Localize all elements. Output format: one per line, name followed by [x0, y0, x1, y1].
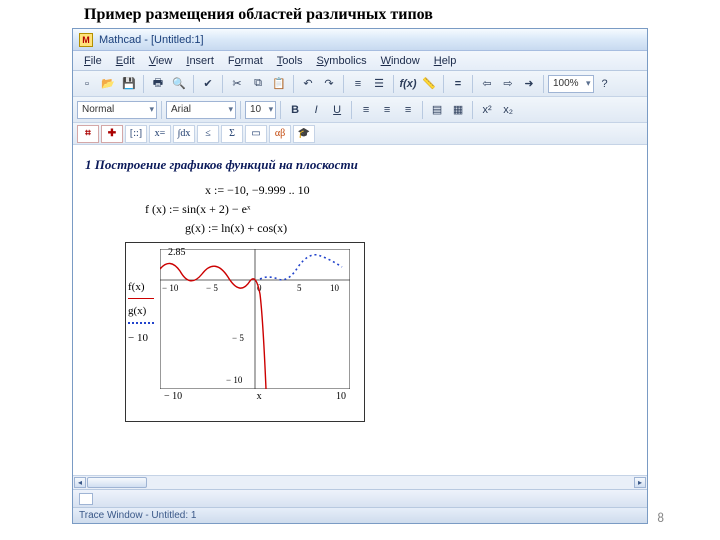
bullets-icon[interactable]: ▤ [427, 100, 447, 120]
svg-text:− 5: − 5 [206, 283, 218, 293]
font-select[interactable]: Arial [166, 101, 236, 119]
calculus-palette-icon[interactable]: ∫dx [173, 125, 195, 143]
x-axis-label: x [257, 391, 262, 402]
svg-text:− 10: − 10 [162, 283, 179, 293]
menu-insert[interactable]: Insert [179, 53, 221, 69]
align-icon[interactable]: ≡ [348, 74, 368, 94]
ytick-top: 2.85 [168, 247, 186, 258]
menu-edit[interactable]: Edit [109, 53, 142, 69]
open-file-icon[interactable]: 📂 [98, 74, 118, 94]
doc-heading: 1 Построение графиков функций на плоскос… [85, 157, 635, 173]
matrix-palette-icon[interactable]: [::] [125, 125, 147, 143]
svg-text:5: 5 [297, 283, 302, 293]
cut-icon[interactable]: ✂ [227, 74, 247, 94]
menubar: File Edit View Insert Format Tools Symbo… [73, 51, 647, 71]
boolean-palette-icon[interactable]: ≤ [197, 125, 219, 143]
web-fwd-icon[interactable]: ⇨ [498, 74, 518, 94]
x-lower-limit: − 10 [164, 391, 182, 402]
underline-icon[interactable]: U [327, 100, 347, 120]
slide-number: 8 [657, 511, 664, 526]
slide-title: Пример размещения областей различных тип… [0, 0, 720, 28]
scroll-right-icon[interactable]: ▸ [634, 477, 646, 488]
standard-toolbar: ▫ 📂 💾 🖶 🔍 ✔ ✂ ⧉ 📋 ↶ ↷ ≡ ☰ f(x) 📏 = ⇦ ⇨ ➜… [73, 71, 647, 97]
align-right-icon[interactable]: ≡ [398, 100, 418, 120]
menu-view[interactable]: View [142, 53, 180, 69]
plot-canvas: − 10 − 5 0 5 10 − 5 − 10 [160, 249, 350, 389]
trace2-label: g(x) [128, 303, 154, 321]
scroll-left-icon[interactable]: ◂ [74, 477, 86, 488]
window-title: Mathcad - [Untitled:1] [99, 34, 204, 46]
subscript-icon[interactable]: x₂ [498, 100, 518, 120]
status-indicator-icon [79, 493, 93, 505]
web-go-icon[interactable]: ➜ [519, 74, 539, 94]
calc-icon[interactable]: = [448, 74, 468, 94]
align-left-icon[interactable]: ≡ [356, 100, 376, 120]
unit-icon[interactable]: 📏 [419, 74, 439, 94]
horizontal-scrollbar[interactable]: ◂ ▸ [73, 475, 647, 489]
bold-icon[interactable]: B [285, 100, 305, 120]
titlebar: M Mathcad - [Untitled:1] [73, 29, 647, 51]
fontsize-select[interactable]: 10 [245, 101, 276, 119]
eval-palette-icon[interactable]: x= [149, 125, 171, 143]
copy-icon[interactable]: ⧉ [248, 74, 268, 94]
y-lower-limit: − 10 [128, 330, 154, 348]
web-back-icon[interactable]: ⇦ [477, 74, 497, 94]
align-center-icon[interactable]: ≡ [377, 100, 397, 120]
calculator-palette-icon[interactable]: ⌗ [77, 125, 99, 143]
undo-icon[interactable]: ↶ [298, 74, 318, 94]
save-icon[interactable]: 💾 [119, 74, 139, 94]
app-logo-icon: M [79, 33, 93, 47]
trace-window-bar[interactable]: Trace Window - Untitled: 1 [73, 507, 647, 523]
trace1-label: f(x) [128, 279, 154, 297]
math-toolbar: ⌗ ✚ [::] x= ∫dx ≤ Σ ▭ αβ 🎓 [73, 123, 647, 145]
help-icon[interactable]: ? [595, 74, 615, 94]
menu-help[interactable]: Help [427, 53, 464, 69]
math-region-range[interactable]: x := −10, −9.999 .. 10 [205, 183, 635, 198]
spellcheck-icon[interactable]: ✔ [198, 74, 218, 94]
print-icon[interactable]: 🖶 [148, 74, 168, 94]
document-area[interactable]: 1 Построение графиков функций на плоскос… [73, 145, 647, 475]
redo-icon[interactable]: ↷ [319, 74, 339, 94]
numbered-icon[interactable]: ▦ [448, 100, 468, 120]
paste-icon[interactable]: 📋 [269, 74, 289, 94]
plot-x-limits: − 10 x 10 [160, 391, 350, 402]
zoom-select[interactable]: 100% [548, 75, 594, 93]
svg-text:− 10: − 10 [226, 375, 243, 385]
math-region-gx[interactable]: g(x) := ln(x) + cos(x) [185, 221, 635, 236]
style-select[interactable]: Normal [77, 101, 157, 119]
menu-format[interactable]: Format [221, 53, 270, 69]
align2-icon[interactable]: ☰ [369, 74, 389, 94]
symbolic-palette-icon[interactable]: ▭ [245, 125, 267, 143]
fx-icon[interactable]: f(x) [398, 74, 418, 94]
x-upper-limit: 10 [336, 391, 346, 402]
statusbar [73, 489, 647, 507]
programming-palette-icon[interactable]: Σ [221, 125, 243, 143]
menu-symbolics[interactable]: Symbolics [309, 53, 373, 69]
new-file-icon[interactable]: ▫ [77, 74, 97, 94]
plot-y-legend: f(x) g(x) − 10 [128, 279, 154, 348]
trace1-swatch-icon [128, 298, 154, 299]
svg-text:10: 10 [330, 283, 340, 293]
preview-icon[interactable]: 🔍 [169, 74, 189, 94]
menu-file[interactable]: File [77, 53, 109, 69]
menu-tools[interactable]: Tools [270, 53, 310, 69]
mathcad-window: M Mathcad - [Untitled:1] File Edit View … [72, 28, 648, 524]
xy-plot-region[interactable]: 2.85 f(x) g(x) − 10 − 10 − 5 0 5 [125, 242, 365, 422]
greek-palette-icon[interactable]: αβ [269, 125, 291, 143]
italic-icon[interactable]: I [306, 100, 326, 120]
math-region-fx[interactable]: f (x) := sin(x + 2) − eˣ [145, 202, 635, 217]
resource-center-icon[interactable]: 🎓 [293, 125, 315, 143]
scroll-thumb[interactable] [87, 477, 147, 488]
svg-text:− 5: − 5 [232, 333, 244, 343]
graph-palette-icon[interactable]: ✚ [101, 125, 123, 143]
trace2-swatch-icon [128, 322, 154, 324]
menu-window[interactable]: Window [374, 53, 427, 69]
formatting-toolbar: Normal Arial 10 B I U ≡ ≡ ≡ ▤ ▦ x² x₂ [73, 97, 647, 123]
superscript-icon[interactable]: x² [477, 100, 497, 120]
